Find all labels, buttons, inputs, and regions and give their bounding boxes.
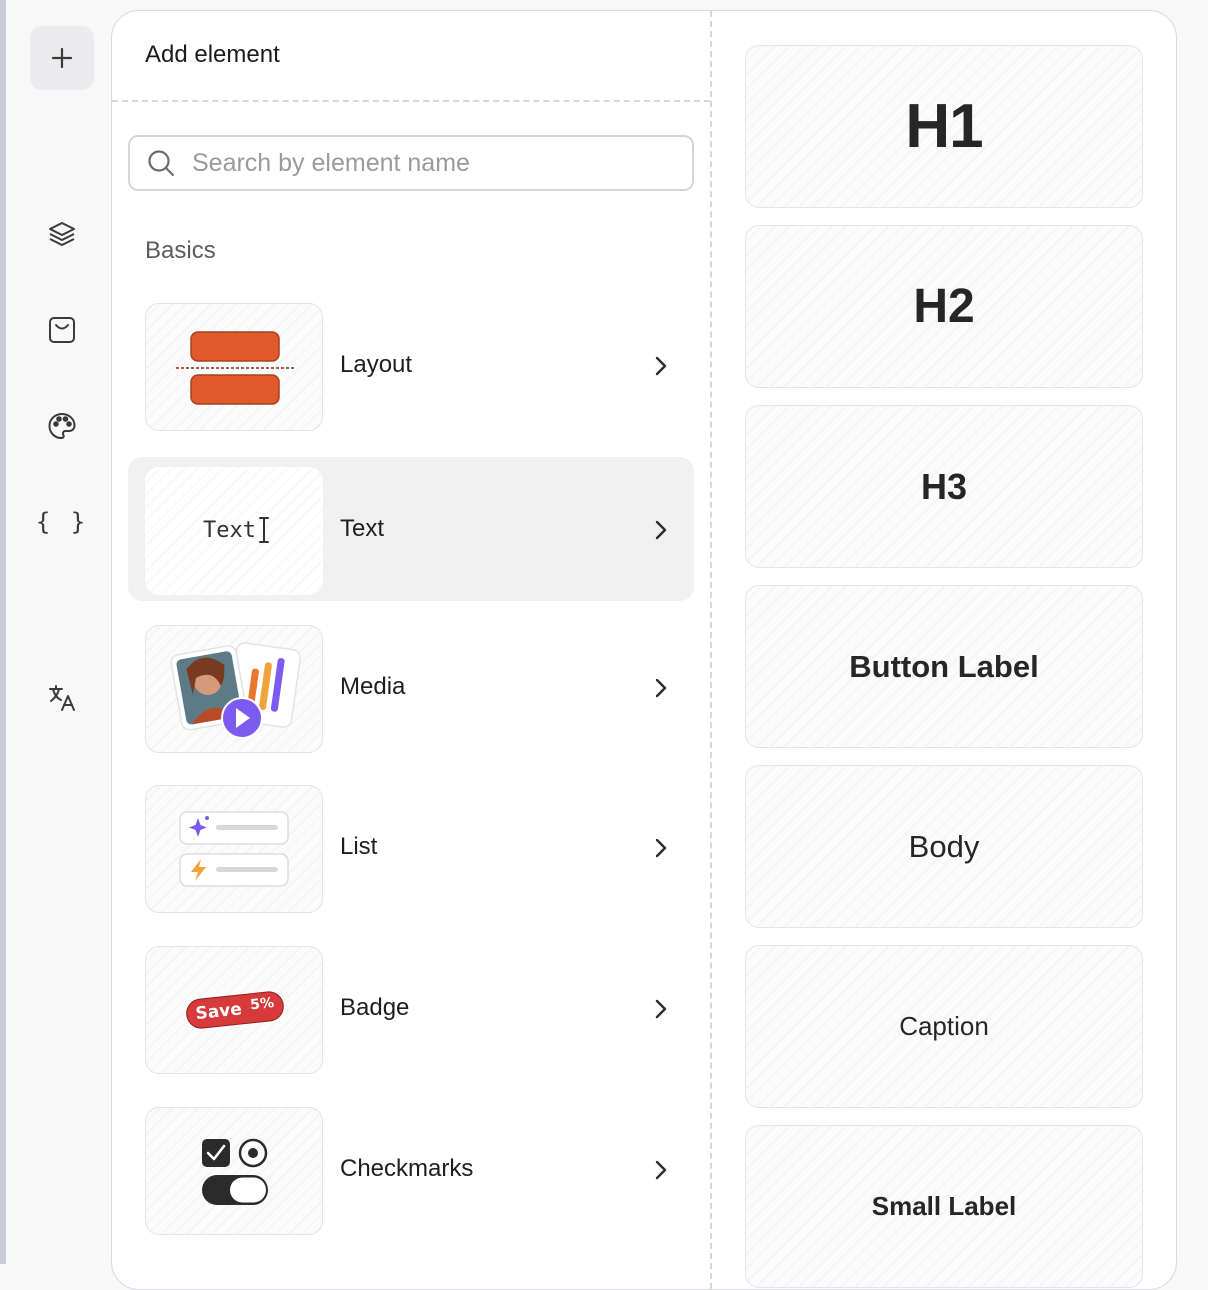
- text-styles-column: H1 H2 H3 Button Label Body Caption Small…: [712, 11, 1176, 1289]
- text-thumbnail: Text: [145, 467, 323, 595]
- text-style-label: H1: [905, 92, 983, 161]
- badge-value: 5%: [249, 994, 275, 1014]
- element-item-label: Layout: [340, 351, 413, 378]
- translate-icon: [49, 685, 75, 711]
- text-style-h2[interactable]: H2: [745, 225, 1143, 388]
- theme-button[interactable]: [30, 394, 94, 458]
- chevron-right-icon: [655, 520, 667, 540]
- text-style-body[interactable]: Body: [745, 765, 1143, 928]
- element-item-list[interactable]: List: [128, 769, 694, 913]
- text-style-h3[interactable]: H3: [745, 405, 1143, 568]
- element-item-checkmarks[interactable]: Checkmarks: [128, 1091, 694, 1235]
- element-item-label: Text: [340, 515, 385, 542]
- element-item-layout[interactable]: Layout: [128, 287, 694, 431]
- element-item-media[interactable]: Media: [128, 609, 694, 753]
- text-style-caption[interactable]: Caption: [745, 945, 1143, 1108]
- search-box[interactable]: [128, 135, 694, 191]
- element-item-label: Badge: [340, 994, 410, 1021]
- badge-text: Save: [194, 999, 243, 1025]
- layers-button[interactable]: [30, 202, 94, 266]
- chevron-right-icon: [655, 678, 667, 698]
- text-thumbnail-label: Text: [203, 518, 256, 543]
- chevron-right-icon: [655, 999, 667, 1019]
- localization-button[interactable]: [30, 666, 94, 730]
- text-style-label: Button Label: [849, 648, 1039, 684]
- text-style-label: H2: [913, 280, 975, 333]
- search-input[interactable]: [192, 148, 672, 178]
- chevron-right-icon: [655, 356, 667, 376]
- element-item-label: Checkmarks: [340, 1155, 474, 1182]
- chevron-right-icon: [655, 1160, 667, 1180]
- braces-icon: { }: [35, 508, 89, 536]
- section-heading-basics: Basics: [145, 237, 216, 264]
- paywall-button[interactable]: [30, 298, 94, 362]
- element-item-label: List: [340, 833, 378, 860]
- add-element-panel: Add element Basics Layout: [111, 10, 1177, 1290]
- badge-thumbnail: Save 5%: [145, 946, 323, 1074]
- element-item-badge[interactable]: Save 5% Badge: [128, 930, 694, 1074]
- side-rail: { }: [6, 0, 110, 1264]
- palette-icon: [48, 412, 76, 440]
- text-style-label: Small Label: [871, 1191, 1017, 1221]
- text-style-label: Body: [908, 828, 980, 864]
- text-style-h1[interactable]: H1: [745, 45, 1143, 208]
- list-thumbnail: [145, 785, 323, 913]
- element-categories-column: Add element Basics Layout: [112, 11, 712, 1289]
- layout-thumbnail: [145, 303, 323, 431]
- layers-icon: [49, 222, 75, 246]
- add-element-button[interactable]: [30, 26, 94, 90]
- checkmarks-thumbnail: [145, 1107, 323, 1235]
- media-thumbnail: [145, 625, 323, 753]
- text-style-label: H3: [920, 465, 968, 507]
- variables-button[interactable]: { }: [30, 490, 94, 554]
- panel-title: Add element: [145, 41, 280, 68]
- element-item-text[interactable]: Text Text: [128, 457, 694, 601]
- save-badge: Save 5%: [184, 989, 286, 1031]
- text-style-button-label[interactable]: Button Label: [745, 585, 1143, 748]
- panel-header: Add element: [112, 11, 710, 102]
- text-style-label: Caption: [899, 1011, 989, 1041]
- chevron-right-icon: [655, 838, 667, 858]
- element-item-label: Media: [340, 673, 406, 700]
- search-icon: [148, 150, 175, 177]
- paywall-icon: [49, 317, 75, 343]
- plus-icon: [51, 47, 73, 69]
